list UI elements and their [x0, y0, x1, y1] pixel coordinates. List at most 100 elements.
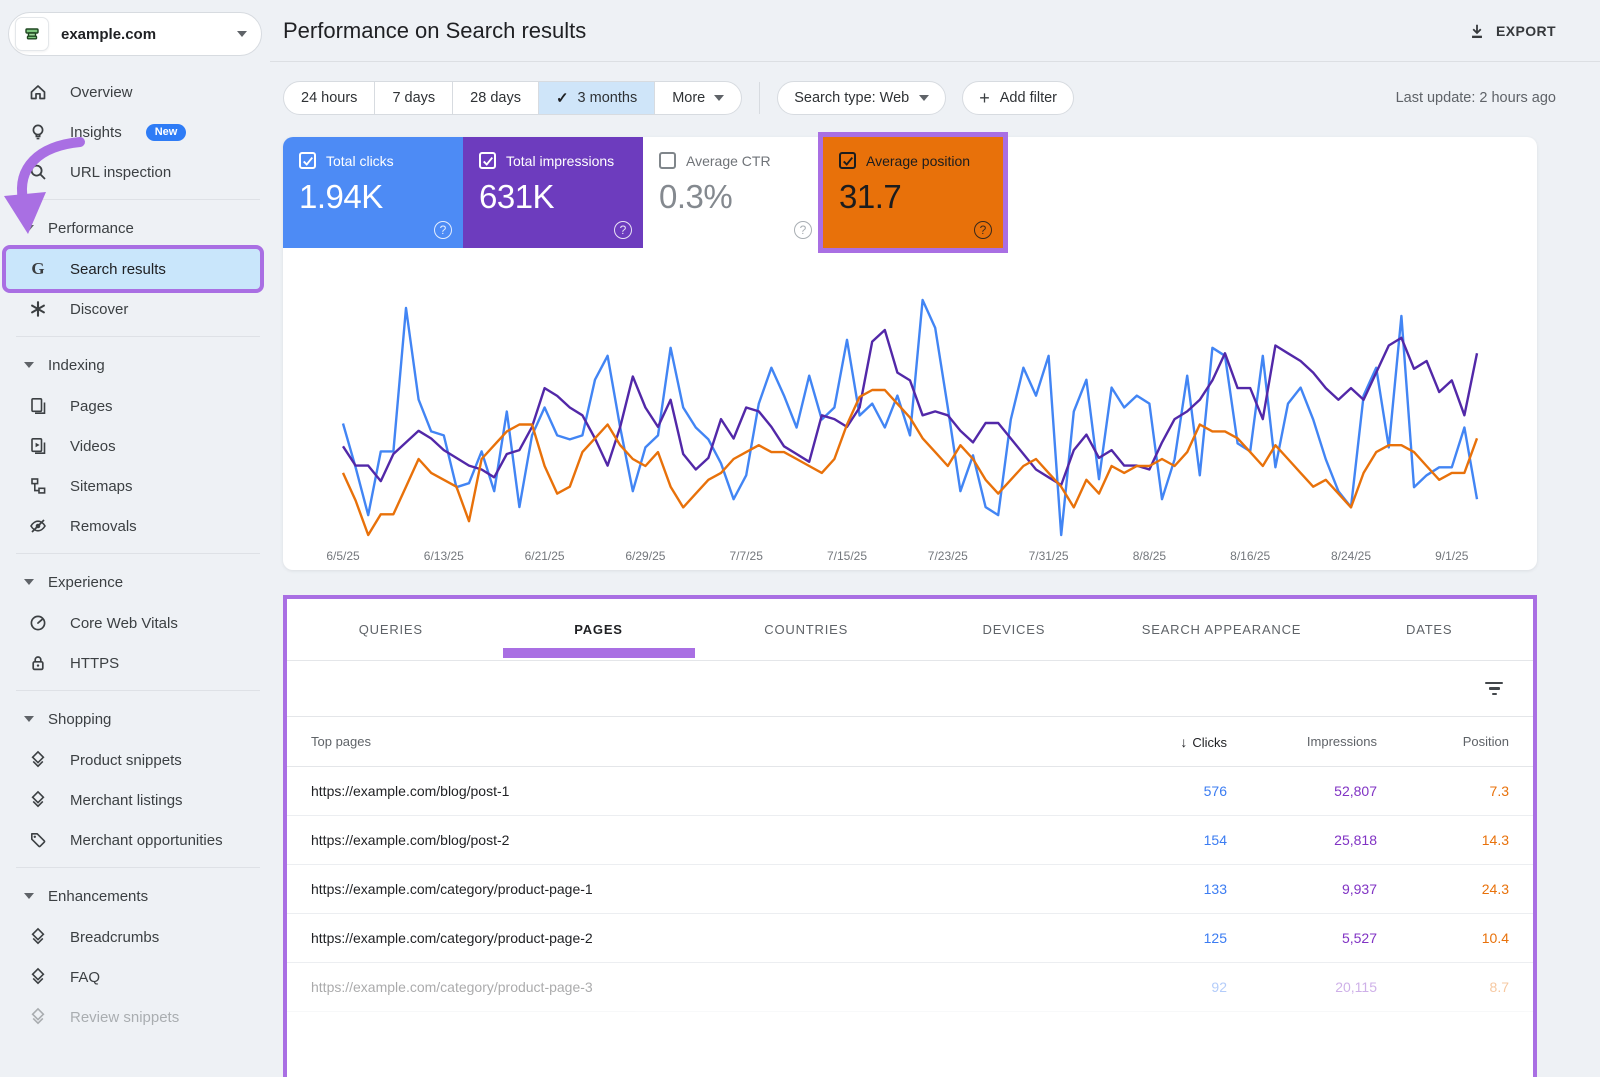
- column-header-position[interactable]: Position: [1377, 734, 1509, 749]
- add-filter-label: Add filter: [999, 90, 1057, 106]
- row-impressions: 9,937: [1341, 881, 1377, 897]
- property-selector[interactable]: example.com: [8, 12, 262, 56]
- search-icon: [28, 162, 48, 182]
- sidebar-section-indexing[interactable]: Indexing: [0, 344, 264, 386]
- search-type-filter[interactable]: Search type: Web: [777, 81, 947, 115]
- sidebar-item-pages[interactable]: Pages: [0, 386, 264, 426]
- sidebar-item-removals[interactable]: Removals: [0, 506, 264, 546]
- help-icon[interactable]: ?: [614, 221, 632, 239]
- range-chip-28-days[interactable]: 28 days: [453, 82, 539, 114]
- checked-checkbox[interactable]: [839, 152, 856, 169]
- metric-label: Total clicks: [326, 152, 394, 169]
- x-axis-tick-label: 7/7/25: [730, 549, 764, 563]
- row-impressions: 20,115: [1335, 979, 1377, 995]
- lock-icon: [28, 653, 48, 673]
- row-url: https://example.com/category/product-pag…: [311, 979, 593, 995]
- sidebar-item-core-web-vitals[interactable]: Core Web Vitals: [0, 603, 264, 643]
- sitemap-icon: [28, 476, 48, 496]
- help-icon[interactable]: ?: [794, 221, 812, 239]
- download-icon: [1472, 24, 1482, 38]
- sidebar-item-breadcrumbs[interactable]: Breadcrumbs: [0, 917, 264, 957]
- google-g-icon: G: [31, 259, 45, 278]
- help-icon[interactable]: ?: [974, 221, 992, 239]
- checked-checkbox[interactable]: [479, 152, 496, 169]
- metric-card-average-ctr[interactable]: Average CTR 0.3%?: [643, 137, 823, 248]
- sidebar-section-shopping[interactable]: Shopping: [0, 698, 264, 740]
- sidebar-section-performance[interactable]: Performance: [0, 207, 264, 249]
- unchecked-checkbox[interactable]: [659, 152, 676, 169]
- sidebar-item-faq[interactable]: FAQ: [0, 957, 264, 997]
- sidebar-item-url-inspection[interactable]: URL inspection: [0, 152, 264, 192]
- export-button[interactable]: EXPORT: [1468, 22, 1556, 40]
- dimension-tabs: QUERIES PAGES COUNTRIES DEVICES SEARCH APPEA…: [287, 599, 1533, 661]
- sidebar-item-videos[interactable]: Videos: [0, 426, 264, 466]
- sidebar-item-merchant-listings[interactable]: Merchant listings: [0, 780, 264, 820]
- table-header-row: Top pages ↓ Clicks Impressions Position: [287, 717, 1533, 767]
- chevron-down-icon: [919, 95, 930, 101]
- table-row[interactable]: https://example.com/blog/post-2 154 25,818…: [287, 816, 1533, 865]
- row-clicks: 576: [1203, 783, 1227, 799]
- range-chip-3-months[interactable]: ✓ 3 months: [538, 82, 656, 114]
- sidebar-divider: [16, 199, 260, 200]
- chevron-down-icon: [237, 31, 247, 37]
- sidebar-section-experience[interactable]: Experience: [0, 561, 264, 603]
- sidebar-item-discover[interactable]: Discover: [0, 289, 264, 329]
- sidebar-item-insights[interactable]: Insights New: [0, 112, 264, 152]
- sort-desc-icon: ↓: [1180, 733, 1188, 750]
- metric-cards: Total clicks 1.94K? Total impressions 631K?…: [283, 132, 1537, 253]
- range-chip-label: 28 days: [470, 90, 521, 106]
- tab-queries[interactable]: QUERIES: [287, 599, 495, 660]
- table-row[interactable]: https://example.com/category/product-pag…: [287, 865, 1533, 914]
- sidebar-item-label: Core Web Vitals: [70, 614, 178, 632]
- range-chip-label: More: [672, 90, 706, 106]
- tab-devices[interactable]: DEVICES: [910, 599, 1118, 660]
- row-impressions: 52,807: [1334, 783, 1377, 799]
- table-row[interactable]: https://example.com/category/product-pag…: [287, 914, 1533, 963]
- checked-checkbox[interactable]: [299, 152, 316, 169]
- range-chip-more[interactable]: More: [655, 82, 741, 114]
- section-label: Performance: [48, 219, 134, 237]
- lightbulb-icon: [28, 122, 48, 142]
- metric-label: Average CTR: [686, 152, 771, 169]
- metric-card-average-position[interactable]: Average position 31.7?: [818, 132, 1008, 253]
- column-header-clicks[interactable]: ↓ Clicks: [1107, 734, 1227, 750]
- row-position: 7.3: [1489, 783, 1509, 799]
- tab-dates[interactable]: DATES: [1325, 599, 1533, 660]
- search-type-label: Search type: Web: [794, 90, 910, 106]
- topbar: Performance on Search results EXPORT: [270, 0, 1600, 62]
- sidebar-item-review-snippets[interactable]: Review snippets: [0, 997, 264, 1037]
- range-chip-24-hours[interactable]: 24 hours: [284, 82, 376, 114]
- metric-card-total-impressions[interactable]: Total impressions 631K?: [463, 137, 643, 248]
- x-axis-tick-label: 9/1/25: [1435, 549, 1469, 563]
- x-axis-tick-label: 8/16/25: [1230, 549, 1270, 563]
- sidebar-item-sitemaps[interactable]: Sitemaps: [0, 466, 264, 506]
- column-header-impressions[interactable]: Impressions: [1227, 734, 1377, 749]
- tab-pages[interactable]: PAGES: [495, 599, 703, 660]
- row-impressions: 25,818: [1334, 832, 1377, 848]
- sidebar-item-label: Search results: [70, 260, 166, 278]
- help-icon[interactable]: ?: [434, 221, 452, 239]
- add-filter-button[interactable]: + Add filter: [962, 81, 1074, 115]
- eye-off-icon: [28, 516, 48, 536]
- tab-countries[interactable]: COUNTRIES: [702, 599, 910, 660]
- asterisk-icon: [28, 299, 48, 319]
- sidebar-item-https[interactable]: HTTPS: [0, 643, 264, 683]
- date-range-group: 24 hours 7 days 28 days ✓ 3 months More: [283, 81, 743, 115]
- range-chip-7-days[interactable]: 7 days: [375, 82, 454, 114]
- column-header-top-pages[interactable]: Top pages: [311, 734, 1107, 749]
- row-url: https://example.com/category/product-pag…: [311, 881, 593, 897]
- tab-search-appearance[interactable]: SEARCH APPEARANCE: [1118, 599, 1326, 660]
- metric-card-total-clicks[interactable]: Total clicks 1.94K?: [283, 137, 463, 248]
- metric-value: 0.3%: [659, 178, 733, 215]
- filter-bar: 24 hours 7 days 28 days ✓ 3 months More Searc…: [283, 81, 1556, 115]
- sidebar-item-product-snippets[interactable]: Product snippets: [0, 740, 264, 780]
- plus-icon: +: [979, 88, 990, 108]
- sidebar-item-overview[interactable]: Overview: [0, 72, 264, 112]
- table-row[interactable]: https://example.com/category/product-pag…: [287, 963, 1533, 1012]
- table-row[interactable]: https://example.com/blog/post-1 576 52,807…: [287, 767, 1533, 816]
- sidebar-section-enhancements[interactable]: Enhancements: [0, 875, 264, 917]
- sidebar-item-search-results[interactable]: G Search results: [2, 245, 264, 293]
- filter-list-icon[interactable]: [1485, 681, 1503, 696]
- sidebar-item-merchant-opportunities[interactable]: Merchant opportunities: [0, 820, 264, 860]
- sidebar-item-label: Breadcrumbs: [70, 928, 160, 946]
